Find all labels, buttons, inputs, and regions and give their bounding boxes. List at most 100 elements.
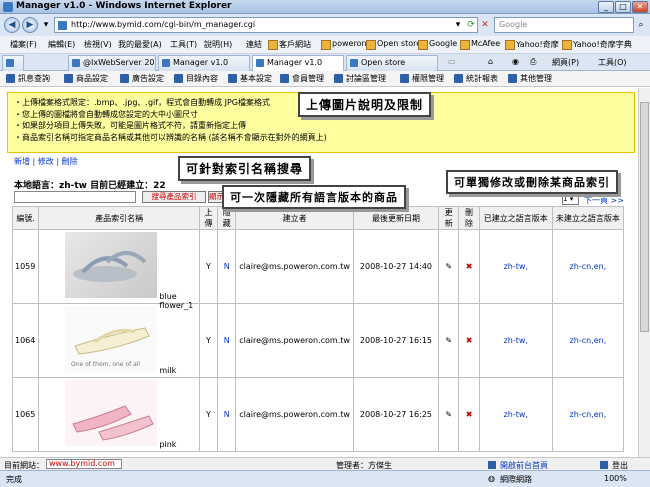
nav-other[interactable]: 其他管理 <box>508 73 552 84</box>
fav-link-client[interactable]: 客戶網站 <box>268 39 311 50</box>
col-delete: 刪除 <box>458 206 480 230</box>
address-text: http://www.bymid.com/cgi-bin/m_manager.c… <box>71 20 256 29</box>
cell-langs-done[interactable]: zh-tw, <box>478 303 553 378</box>
zoom-level[interactable]: 100% <box>604 474 627 483</box>
app-nav: 訊息查詢 商品設定 廣告設定 目錄內容 基本設定 會員管理 討論區管理 權限管理… <box>0 71 650 87</box>
refresh-icon[interactable]: ⟳ <box>464 18 478 32</box>
new-tab-icon[interactable]: ▭ <box>448 57 456 66</box>
search-input[interactable]: Google <box>494 17 634 33</box>
fav-link-yahoo[interactable]: Yahoo!奇摩 <box>505 39 559 50</box>
col-upload: 上傳 <box>198 206 219 230</box>
menu-file[interactable]: 檔案(F) <box>10 39 37 50</box>
nav-reports[interactable]: 統計報表 <box>454 73 498 84</box>
nav-forum[interactable]: 討論區管理 <box>334 73 386 84</box>
tab-openstore[interactable]: Open store <box>346 55 438 71</box>
fav-link-poweron[interactable]: poweron <box>321 39 367 50</box>
svg-text:One of them, one of all: One of them, one of all <box>71 361 140 368</box>
notice-line: ・商品索引名稱可指定商品名稱或其他可以辨識的名稱 (該名稱不會顯示在對外的網頁上… <box>14 132 327 142</box>
globe-icon: ◍ <box>488 474 495 483</box>
page-select[interactable]: 1 ▾ <box>562 194 579 205</box>
address-dropdown-icon[interactable]: ▾ <box>451 18 465 32</box>
fav-link-mcafee[interactable]: McAfee <box>460 39 500 50</box>
fav-link-google[interactable]: Google <box>418 39 457 50</box>
cell-langs-todo[interactable]: zh-cn,en, <box>551 377 625 452</box>
product-thumbnail[interactable] <box>65 232 158 298</box>
minimize-button[interactable]: _ <box>598 1 614 13</box>
favorites-label: 連結 <box>246 40 262 49</box>
back-icon[interactable]: ◀ <box>4 17 20 33</box>
fav-link-yahoo-dict[interactable]: Yahoo!奇摩字典 <box>562 39 632 50</box>
product-search-input[interactable] <box>14 191 136 203</box>
sandal-image: One of them, one of all <box>71 327 151 368</box>
search-icon[interactable]: ⌕ <box>634 18 648 32</box>
tab-manager-2[interactable]: Manager v1.0 <box>252 55 344 71</box>
nav-catalog[interactable]: 目錄內容 <box>174 73 218 84</box>
cell-langs-todo[interactable]: zh-cn,en, <box>551 303 625 378</box>
search-products-button[interactable]: 搜尋產品索引 <box>142 191 206 203</box>
separator: | <box>32 157 36 166</box>
tab-ixwebserver[interactable]: @IxWebServer 2007 ... <box>68 55 156 71</box>
edit-icon[interactable]: ✎ <box>438 303 460 378</box>
product-thumbnail[interactable] <box>65 380 158 446</box>
page-icon <box>58 21 67 30</box>
nav-members[interactable]: 會員管理 <box>280 73 324 84</box>
col-id: 編號. <box>11 206 40 230</box>
next-page-link[interactable]: 下一頁 >> <box>584 195 624 206</box>
sandal-image <box>72 405 155 441</box>
col-langs-done: 已建立之語言版本 <box>478 206 553 230</box>
feeds-icon[interactable]: ◉ <box>512 57 519 66</box>
print-icon[interactable]: ⎙ <box>530 57 536 67</box>
ie-icon <box>3 2 13 12</box>
site-select[interactable]: www.bymid.com <box>46 459 122 469</box>
nav-messages[interactable]: 訊息查詢 <box>6 73 50 84</box>
edit-link[interactable]: 修改 <box>38 157 54 166</box>
cell-langs-done[interactable]: zh-tw, <box>478 229 553 304</box>
delete-link[interactable]: 刪除 <box>62 157 78 166</box>
cell-hidden[interactable]: N <box>217 303 237 378</box>
nav-basic-settings[interactable]: 基本設定 <box>228 73 272 84</box>
edit-icon[interactable]: ✎ <box>438 377 460 452</box>
menu-favorites[interactable]: 我的最愛(A) <box>118 39 162 50</box>
page-scrollbar[interactable] <box>638 88 650 457</box>
address-bar[interactable]: http://www.bymid.com/cgi-bin/m_manager.c… <box>54 17 478 33</box>
edit-icon[interactable]: ✎ <box>438 229 460 304</box>
cell-updated: 2008-10-27 14:40 <box>352 229 440 304</box>
add-link[interactable]: 新增 <box>14 157 30 166</box>
home-icon[interactable]: ⌂ <box>488 57 493 66</box>
nav-permissions[interactable]: 權限管理 <box>400 73 444 84</box>
cell-hidden[interactable]: N <box>217 377 237 452</box>
menu-edit[interactable]: 編輯(E) <box>48 39 75 50</box>
nav-ads[interactable]: 廣告設定 <box>120 73 164 84</box>
page-menu[interactable]: 網頁(P) <box>552 57 579 68</box>
menu-tools[interactable]: 工具(T) <box>170 39 197 50</box>
product-thumbnail[interactable]: One of them, one of all <box>65 306 158 372</box>
tools-menu[interactable]: 工具(O) <box>598 57 627 68</box>
address-toolbar: ◀ ▶ ▾ http://www.bymid.com/cgi-bin/m_man… <box>0 14 650 36</box>
delete-icon[interactable]: ✖ <box>458 377 480 452</box>
cell-langs-done[interactable]: zh-tw, <box>478 377 553 452</box>
delete-icon[interactable]: ✖ <box>458 303 480 378</box>
cell-id: 1059 <box>11 229 40 304</box>
cell-upload: Y <box>198 377 219 452</box>
window-title: Manager v1.0 - Windows Internet Explorer <box>16 1 232 11</box>
delete-icon[interactable]: ✖ <box>458 229 480 304</box>
fav-link-openstore[interactable]: Open store <box>366 39 421 50</box>
menu-view[interactable]: 檢視(V) <box>84 39 112 50</box>
col-langs-todo: 未建立之語言版本 <box>551 206 625 230</box>
forward-icon[interactable]: ▶ <box>22 17 38 33</box>
nav-products[interactable]: 商品設定 <box>64 73 108 84</box>
close-button[interactable]: ✕ <box>632 1 648 13</box>
cell-hidden[interactable]: N <box>217 229 237 304</box>
callout-search: 可針對索引名稱搜尋 <box>178 156 312 181</box>
menu-help[interactable]: 說明(H) <box>204 39 232 50</box>
maximize-button[interactable]: □ <box>615 1 631 13</box>
tab-manager-1[interactable]: Manager v1.0 <box>158 55 250 71</box>
cell-langs-todo[interactable]: zh-cn,en, <box>551 229 625 304</box>
product-name: milk <box>159 366 177 375</box>
cell-upload: Y <box>198 303 219 378</box>
cell-name: One of them, one of all milk <box>38 303 200 378</box>
stop-icon[interactable]: ✕ <box>478 18 492 32</box>
scrollbar-thumb[interactable] <box>640 102 649 332</box>
history-dropdown-icon[interactable]: ▾ <box>39 18 53 32</box>
quick-tabs-button[interactable] <box>2 55 24 71</box>
